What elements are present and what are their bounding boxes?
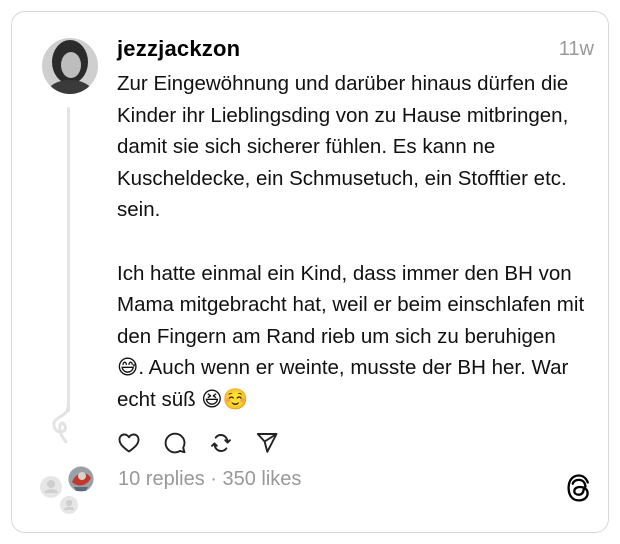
avatar-photo-icon: [42, 38, 98, 94]
like-button[interactable]: [116, 430, 142, 456]
author-avatar[interactable]: [42, 38, 98, 94]
repost-button[interactable]: [208, 430, 234, 456]
thread-line: [67, 107, 70, 412]
repost-icon: [211, 434, 231, 452]
share-button[interactable]: [254, 430, 280, 456]
action-bar: [116, 430, 280, 456]
replier-avatars-icon: [40, 464, 96, 514]
threads-logo[interactable]: [566, 474, 592, 502]
reply-button[interactable]: [162, 430, 188, 456]
post-timestamp: 11w: [558, 38, 594, 60]
author-username[interactable]: jezzjackzon: [117, 36, 240, 62]
reply-avatars[interactable]: [36, 460, 106, 520]
threads-logo-icon: [567, 474, 589, 502]
heart-icon: [118, 433, 140, 453]
post-body: Zur Eingewöhnung und darüber hinaus dürf…: [117, 72, 585, 411]
send-icon: [256, 433, 278, 453]
comment-icon: [164, 432, 186, 454]
thread-loop-icon: [52, 404, 70, 444]
post-stats[interactable]: 10 replies · 350 likes: [118, 468, 301, 491]
